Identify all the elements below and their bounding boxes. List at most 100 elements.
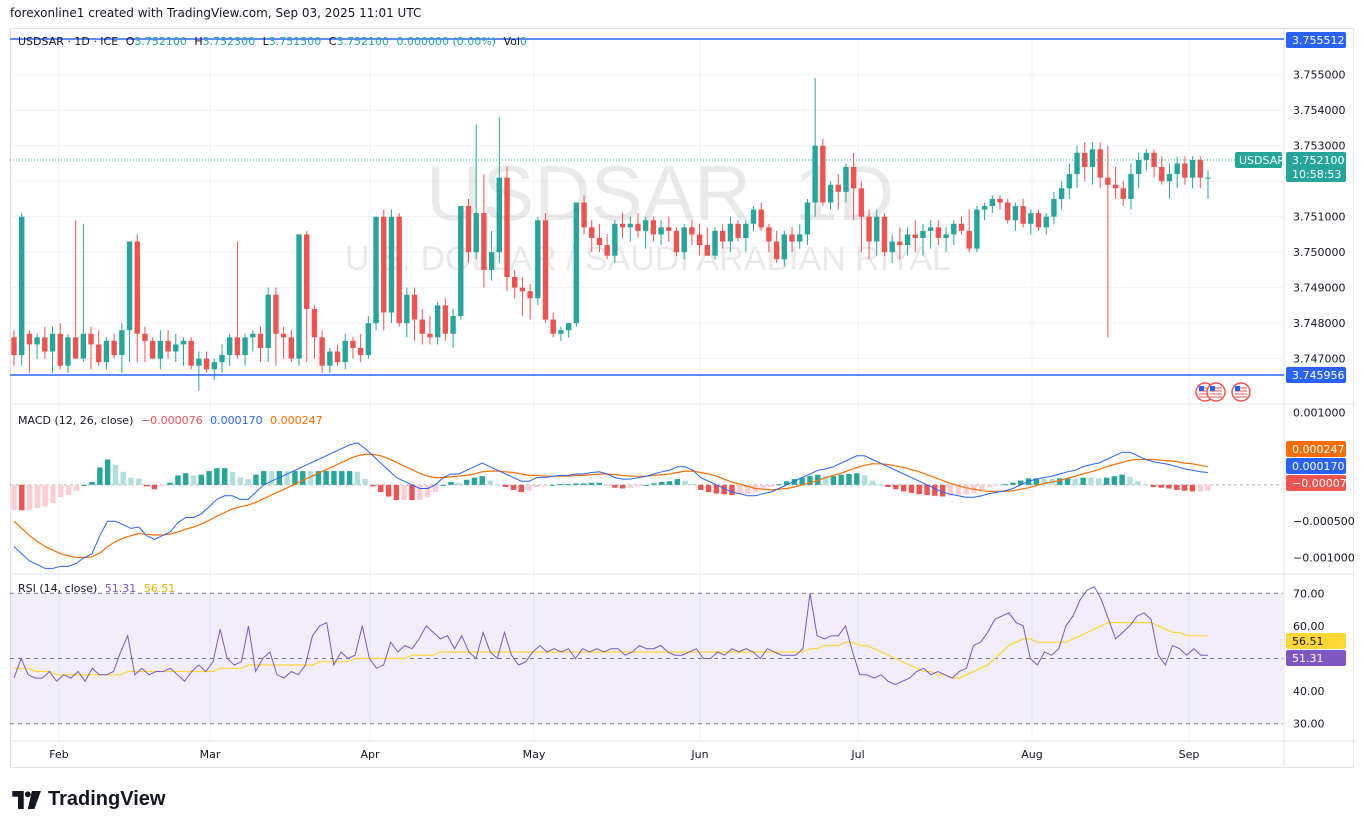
candle-body bbox=[573, 202, 580, 324]
macd-histogram-bar bbox=[510, 484, 517, 490]
candle-body bbox=[658, 227, 664, 235]
price-axis-tick: 3.750000 bbox=[1293, 246, 1346, 259]
legend-change: 0.000000 (0.00%) bbox=[396, 35, 496, 48]
time-axis-label: Feb bbox=[49, 748, 68, 761]
candle-body bbox=[450, 316, 456, 334]
candle-body bbox=[11, 337, 17, 356]
legend-close: 3.752100 bbox=[336, 35, 389, 48]
macd-signal-label: 0.000247 bbox=[1292, 443, 1345, 456]
candle-body bbox=[843, 167, 849, 192]
macd-histogram-bar bbox=[268, 471, 275, 485]
candle-body bbox=[126, 241, 133, 331]
candle-body bbox=[1143, 152, 1150, 160]
macd-histogram-bar bbox=[222, 468, 228, 485]
macd-signal-value: 0.000247 bbox=[270, 414, 323, 427]
candle-body bbox=[989, 198, 996, 207]
tradingview-logo[interactable]: TradingView bbox=[12, 788, 165, 811]
macd-histogram-bar bbox=[986, 484, 993, 488]
candle-body bbox=[1005, 202, 1011, 221]
candle-body bbox=[535, 220, 541, 299]
time-axis-label: May bbox=[523, 748, 546, 761]
macd-histogram-bar bbox=[1166, 484, 1172, 489]
candle-body bbox=[958, 223, 965, 231]
watermark-name: U.S. DOLLAR / SAUDI ARABIAN RIYAL bbox=[345, 240, 951, 278]
macd-histogram-bar bbox=[994, 484, 1000, 486]
macd-histogram-bar bbox=[573, 483, 579, 485]
price-axis-tick: 3.753000 bbox=[1293, 140, 1346, 153]
macd-histogram-bar bbox=[73, 484, 80, 491]
candle-body bbox=[311, 308, 318, 338]
macd-histogram-bar bbox=[588, 482, 595, 485]
candle-body bbox=[72, 337, 79, 359]
candle-body bbox=[581, 202, 587, 228]
macd-histogram-bar bbox=[167, 482, 173, 485]
candle-body bbox=[750, 209, 757, 224]
macd-histogram-bar bbox=[674, 479, 681, 485]
candle-body bbox=[727, 223, 734, 242]
candle-body bbox=[42, 337, 48, 352]
macd-histogram-bar bbox=[495, 484, 501, 486]
macd-histogram-bar bbox=[776, 484, 782, 486]
candle-body bbox=[565, 323, 572, 331]
macd-histogram-bar bbox=[768, 484, 774, 488]
tradingview-logo-icon bbox=[12, 790, 41, 809]
candle-body bbox=[226, 337, 233, 356]
rsi-axis-tick: 60.00 bbox=[1293, 620, 1325, 633]
macd-histogram-bar bbox=[346, 471, 353, 485]
macd-value-label: 0.000170 bbox=[1292, 460, 1345, 473]
candle-body bbox=[720, 230, 726, 242]
rsi-title: RSI (14, close) bbox=[18, 582, 98, 595]
candle-body bbox=[850, 167, 857, 189]
countdown-label: 10:58:53 bbox=[1292, 168, 1341, 181]
macd-histogram-bar bbox=[409, 484, 415, 501]
macd-histogram-bar bbox=[565, 484, 571, 486]
candle-body bbox=[550, 319, 556, 334]
macd-histogram-bar bbox=[1080, 477, 1086, 485]
candle-body bbox=[1074, 152, 1080, 175]
candle-body bbox=[334, 351, 341, 363]
candle-body bbox=[1197, 159, 1203, 178]
candle-body bbox=[280, 333, 287, 338]
macd-histogram-bar bbox=[643, 484, 649, 486]
macd-histogram-bar bbox=[214, 468, 220, 485]
candle-body bbox=[381, 216, 387, 313]
macd-histogram-bar bbox=[534, 484, 540, 488]
price-axis-tick: 3.755000 bbox=[1293, 69, 1346, 82]
macd-histogram-bar bbox=[362, 479, 368, 485]
candle-body bbox=[1089, 149, 1096, 167]
candle-body bbox=[173, 344, 179, 352]
candle-body bbox=[234, 337, 241, 356]
macd-histogram-bar bbox=[471, 477, 478, 485]
candle-body bbox=[149, 340, 156, 359]
candle-body bbox=[874, 216, 880, 242]
macd-histogram-bar bbox=[924, 484, 930, 496]
macd-histogram-bar bbox=[869, 480, 876, 485]
macd-histogram-bar bbox=[26, 484, 33, 511]
macd-histogram-bar bbox=[698, 484, 704, 490]
candle-body bbox=[1182, 163, 1188, 178]
macd-histogram-bar bbox=[854, 473, 860, 485]
candle-body bbox=[242, 337, 248, 356]
high-line-label: 3.755512 bbox=[1292, 34, 1345, 47]
candle-body bbox=[696, 234, 703, 246]
candle-body bbox=[1151, 152, 1157, 167]
macd-histogram-bar bbox=[245, 479, 251, 485]
us-flag-icon bbox=[1206, 382, 1226, 402]
rsi-axis-tick: 40.00 bbox=[1293, 685, 1325, 698]
candle-body bbox=[250, 333, 256, 338]
candle-body bbox=[88, 333, 94, 345]
macd-histogram-bar bbox=[487, 480, 493, 485]
candle-body bbox=[1135, 159, 1142, 175]
macd-histogram-bar bbox=[253, 474, 259, 485]
macd-histogram-bar bbox=[1127, 476, 1133, 485]
time-axis-label: Mar bbox=[200, 748, 221, 761]
candle-body bbox=[327, 351, 333, 366]
macd-histogram-bar bbox=[65, 484, 72, 496]
candle-body bbox=[19, 216, 25, 356]
price-axis-tick: 3.751000 bbox=[1293, 211, 1346, 224]
macd-histogram-bar bbox=[1158, 484, 1164, 488]
candle-body bbox=[827, 184, 834, 203]
macd-axis-tick: 0.001000 bbox=[1293, 406, 1346, 419]
macd-histogram-bar bbox=[128, 477, 134, 485]
macd-histogram-bar bbox=[838, 474, 844, 485]
